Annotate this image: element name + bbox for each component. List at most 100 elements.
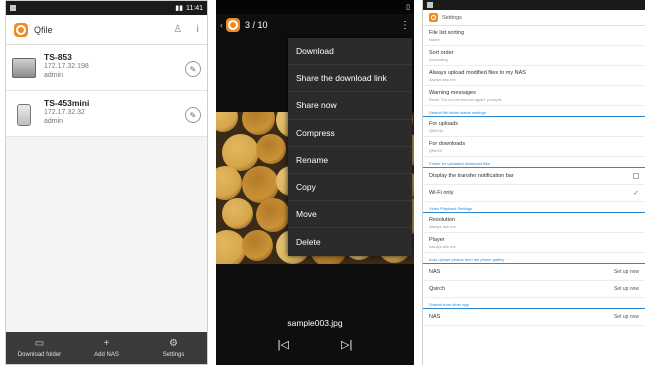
settings-section-header: Auto upload photos from the phone galler…: [423, 253, 645, 264]
nav-item-download-folder[interactable]: ▭ Download folder: [6, 332, 73, 364]
settings-row-subtitle: Always ask me: [429, 243, 456, 249]
settings-row[interactable]: NAS Set up now: [423, 264, 645, 281]
nav-item-settings[interactable]: ⚙ Settings: [140, 332, 207, 364]
nas-device-item[interactable]: TS-453mini 172.17.32.32 admin ✎: [6, 91, 207, 137]
add-icon: +: [103, 338, 110, 349]
info-icon[interactable]: ⅰ: [196, 24, 199, 35]
set-up-now-button[interactable]: Set up now: [614, 286, 639, 292]
settings-row-title: Warning messages: [429, 89, 476, 96]
settings-row[interactable]: Wi-Fi only ✓: [423, 185, 645, 202]
nav-label: Settings: [162, 352, 185, 358]
qfile-logo-icon: [14, 22, 28, 37]
next-icon[interactable]: ▷|: [341, 338, 352, 351]
device-ip: 172.17.32.32: [44, 109, 85, 116]
nas-device-item[interactable]: TS-853 172.17.32.198 admin ✎: [6, 45, 207, 91]
more-options-icon[interactable]: ⋮: [400, 20, 410, 31]
set-up-now-button[interactable]: Set up now: [614, 314, 639, 320]
cookie-shape: [216, 166, 242, 200]
user-icon[interactable]: ♙: [173, 24, 182, 35]
settings-row-title: For downloads: [429, 140, 466, 147]
settings-row-subtitle: Qfile/Up: [429, 127, 444, 133]
settings-row-subtitle: Ascending: [429, 56, 448, 62]
device-info: TS-453mini 172.17.32.32 admin: [44, 99, 89, 126]
menu-item-share-the-download-link[interactable]: Share the download link: [288, 65, 412, 93]
settings-row-text: NAS: [429, 314, 440, 321]
menu-item-download[interactable]: Download: [288, 38, 412, 66]
download-folder-icon: ▭: [34, 338, 45, 349]
device-ip: 172.17.32.198: [44, 63, 89, 70]
file-name: sample003.jpg: [287, 318, 343, 328]
notification-icon: [10, 5, 16, 11]
settings-row[interactable]: For uploads Qfile/Up: [423, 117, 645, 137]
settings-row[interactable]: Resolution Always ask me: [423, 213, 645, 233]
settings-row[interactable]: Qsirch Set up now: [423, 281, 645, 298]
battery-icon: ▯: [406, 4, 410, 11]
app-header: Qfile ♙ ⅰ: [6, 15, 207, 45]
qfile-device-list-screen: ▮▮ 11:41 Qfile ♙ ⅰ TS-853 172.17.32.198 ad…: [5, 0, 208, 365]
settings-row-text: Player Always ask me: [429, 237, 456, 249]
nav-label: Add NAS: [94, 352, 119, 358]
qfile-logo-icon: [226, 18, 240, 32]
settings-row-text: For downloads Qfile/Dl: [429, 141, 465, 153]
settings-section-header: Folder for uploaded download files: [423, 157, 645, 168]
settings-section-header: Video Playback Settings: [423, 202, 645, 213]
cookie-shape: [216, 112, 238, 132]
settings-row-subtitle: Qfile/Dl: [429, 147, 443, 153]
settings-row-title: File list sorting: [429, 29, 465, 36]
settings-row[interactable]: Player Always ask me: [423, 233, 645, 253]
cookie-shape: [256, 134, 286, 164]
settings-list: File list sorting Name Sort order Ascending…: [423, 26, 645, 326]
menu-item-rename[interactable]: Rename: [288, 147, 412, 174]
set-up-now-button[interactable]: Set up now: [614, 269, 639, 275]
settings-row[interactable]: Warning messages Reset "Do not remind me …: [423, 86, 645, 106]
check-icon[interactable]: ✓: [633, 189, 639, 197]
device-user: admin: [44, 118, 64, 125]
settings-row[interactable]: For downloads Qfile/Dl: [423, 137, 645, 157]
settings-row[interactable]: Sort order Ascending: [423, 46, 645, 66]
settings-row-text: Wi-Fi only: [429, 190, 453, 197]
settings-row-title: NAS: [429, 313, 441, 320]
settings-row-text: Always upload modified files to my NAS Al…: [429, 70, 526, 82]
device-name: TS-853: [44, 52, 72, 62]
checkbox[interactable]: [633, 173, 639, 179]
settings-row-title: Resolution: [429, 216, 455, 223]
settings-row-text: Sort order Ascending: [429, 50, 453, 62]
gear-icon: ⚙: [169, 338, 178, 349]
settings-title: Settings: [442, 14, 462, 21]
back-icon[interactable]: ‹: [220, 20, 223, 30]
settings-row-text: File list sorting Name: [429, 30, 464, 42]
device-info: TS-853 172.17.32.198 admin: [44, 53, 89, 80]
menu-item-share-now[interactable]: Share now: [288, 92, 412, 120]
menu-item-delete[interactable]: Delete: [288, 228, 412, 255]
menu-item-move[interactable]: Move: [288, 201, 412, 229]
notification-icon: [427, 2, 433, 8]
edit-icon[interactable]: ✎: [185, 107, 201, 123]
settings-row[interactable]: Display the transfer notification bar: [423, 168, 645, 185]
settings-row-subtitle: Name: [429, 36, 440, 42]
settings-row-title: Wi-Fi only: [429, 189, 454, 196]
viewer-controls: |◁ ▷|: [216, 338, 414, 351]
settings-row-title: Display the transfer notification bar: [429, 172, 514, 179]
status-bar: ▯: [216, 0, 414, 14]
previous-icon[interactable]: |◁: [278, 338, 289, 351]
settings-row[interactable]: File list sorting Name: [423, 26, 645, 46]
status-time: 11:41: [186, 4, 203, 12]
cookie-shape: [222, 198, 253, 229]
settings-row[interactable]: Always upload modified files to my NAS Al…: [423, 66, 645, 86]
menu-item-compress[interactable]: Compress: [288, 120, 412, 147]
settings-row-text: For uploads Qfile/Up: [429, 121, 458, 133]
settings-row-subtitle: Always ask me: [429, 223, 456, 229]
viewer-header: ‹ 3 / 10 ⋮: [216, 14, 414, 36]
tower-nas-icon: [17, 104, 31, 126]
settings-section-header: Default file folder status settings: [423, 106, 645, 117]
edit-icon[interactable]: ✎: [185, 61, 201, 77]
context-menu: Download Share the download link Share now…: [288, 38, 412, 256]
settings-row-title: For uploads: [429, 120, 459, 127]
settings-header: Settings: [423, 10, 645, 26]
settings-row[interactable]: NAS Set up now: [423, 309, 645, 326]
settings-section-header: Shared from other app: [423, 298, 645, 309]
nav-item-add-nas[interactable]: + Add NAS: [73, 332, 140, 364]
settings-row-subtitle: Always ask me: [429, 76, 456, 82]
menu-item-copy[interactable]: Copy: [288, 174, 412, 202]
device-name: TS-453mini: [44, 98, 90, 108]
